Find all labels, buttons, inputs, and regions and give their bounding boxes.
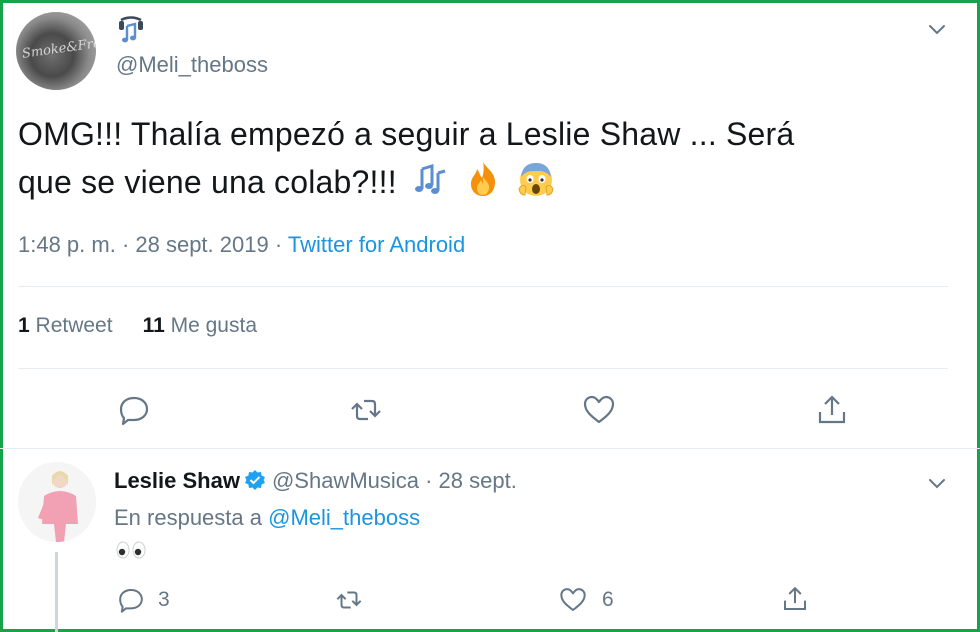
reply-display-name[interactable]: Leslie Shaw [114,468,240,493]
tweet-stats: 1 Retweet 11 Me gusta [18,314,257,338]
avatar[interactable]: Smoke&Free [16,12,96,90]
retweet-icon[interactable] [348,392,384,428]
divider [0,448,980,449]
retweet-icon[interactable] [334,585,364,615]
reply-avatar[interactable] [18,462,96,542]
reply-icon[interactable] [116,392,152,428]
tweet-text-line-1: OMG!!! Thalía empezó a seguir a Leslie S… [18,116,795,152]
like-count: 11 [142,314,165,337]
musical-notes-emoji-icon [414,163,446,194]
thread-line [55,552,58,632]
reply-like-count: 6 [602,588,614,611]
divider [18,286,948,287]
tweet-source[interactable]: Twitter for Android [288,232,465,257]
tweet-text-line-2-text: que se viene una colab?!!! [18,164,397,200]
reply-header: Leslie Shaw @ShawMusica · 28 sept. [114,468,517,494]
reply-handle-date[interactable]: @ShawMusica · 28 sept. [272,468,517,493]
retweet-count: 1 [18,314,30,337]
like-icon[interactable] [558,585,588,615]
screaming-face-emoji-icon [518,163,554,196]
tweet-text: OMG!!! Thalía empezó a seguir a Leslie S… [18,110,948,206]
like-stat[interactable]: 11 Me gusta [143,314,257,337]
chevron-down-icon[interactable] [924,474,950,494]
tweet-meta: 1:48 p. m. · 28 sept. 2019 · Twitter for… [18,232,465,258]
chevron-down-icon[interactable] [924,20,950,40]
retweet-stat[interactable]: 1 Retweet [18,314,113,337]
username[interactable]: @Meli_theboss [116,52,268,78]
in-reply-to-prefix: En respuesta a [114,505,269,530]
retweet-label: Retweet [35,314,113,337]
divider [18,368,948,369]
share-icon[interactable] [780,584,810,614]
avatar-text: Smoke&Free [21,34,96,62]
like-icon[interactable] [581,392,617,428]
tweet-timestamp[interactable]: 1:48 p. m. · 28 sept. 2019 · [18,232,288,257]
in-reply-to-mention[interactable]: @Meli_theboss [268,505,420,530]
in-reply-to: En respuesta a @Meli_theboss [114,505,420,531]
reply-reply-count: 3 [158,588,170,611]
fire-emoji-icon [471,162,496,196]
like-label: Me gusta [170,314,258,337]
reply-avatar-image [18,462,96,542]
verified-badge-icon [244,470,265,490]
musical-notes-emoji-icon [119,16,143,43]
share-icon[interactable] [814,392,850,428]
eyes-emoji-icon [116,541,146,559]
reply-icon[interactable] [116,585,146,615]
tweet-text-line-2: que se viene una colab?!!! [18,158,948,206]
